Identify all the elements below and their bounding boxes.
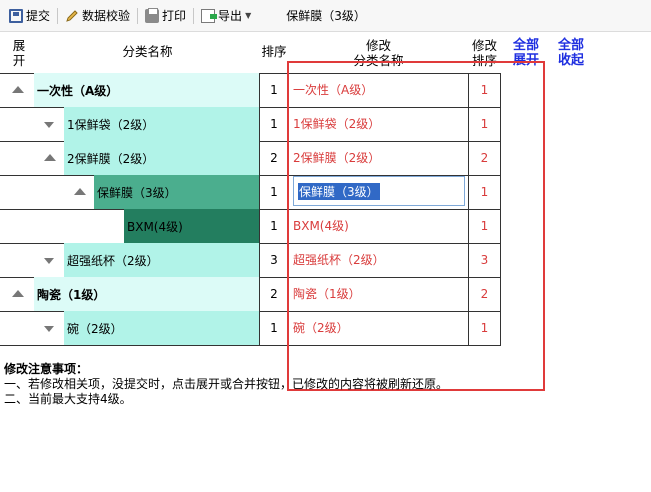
toolbar-divider (193, 7, 195, 24)
category-name-cell: 陶瓷（1级） (34, 277, 259, 311)
edit-sort-cell[interactable]: 1 (468, 209, 501, 243)
category-name: 保鲜膜（3级） (97, 185, 177, 200)
table-row: 保鲜膜（3级） 1 保鲜膜（3级） 1 (0, 175, 501, 209)
pencil-icon (65, 9, 79, 23)
edit-name-input[interactable]: 保鲜膜（3级） (293, 176, 465, 206)
save-icon (9, 8, 23, 23)
notes-line-1: 一、若修改相关项，没提交时，点击展开或合并按钮，已修改的内容将被刷新还原。 (4, 377, 449, 391)
validate-label: 数据校验 (82, 9, 131, 23)
edit-name-cell[interactable]: 超强纸杯（2级） (289, 243, 468, 277)
toolbar-divider (57, 7, 59, 24)
edit-sort-cell[interactable]: 1 (468, 175, 501, 209)
toolbar: 提交 数据校验 打印 导出 ▼ 保鲜膜（3级） (0, 0, 651, 32)
category-name-cell: 一次性（A级） (34, 73, 259, 107)
table-row: 陶瓷（1级） 2 陶瓷（1级） 2 (0, 277, 501, 311)
category-name: 一次性（A级） (37, 83, 119, 98)
category-name-cell: 保鲜膜（3级） (94, 175, 259, 209)
category-name: BXM(4级) (127, 219, 183, 234)
category-name: 陶瓷（1级） (37, 287, 106, 302)
print-button[interactable]: 打印 (142, 5, 189, 27)
edit-name-header: 修改 分类名称 (353, 38, 404, 68)
edit-name-cell[interactable]: 陶瓷（1级） (289, 277, 468, 311)
category-name-header: 分类名称 (122, 44, 173, 59)
sort-cell: 2 (259, 141, 289, 175)
edit-sort-cell[interactable]: 3 (468, 243, 501, 277)
edit-sort-cell[interactable]: 1 (468, 311, 501, 345)
collapse-arrow-icon[interactable] (12, 86, 24, 93)
chevron-down-icon[interactable]: ▼ (245, 11, 251, 20)
notes-line-2: 二、当前最大支持4级。 (4, 392, 132, 406)
category-name-cell: BXM(4级) (124, 209, 259, 243)
edit-sort-header: 修改 排序 (471, 38, 497, 68)
collapse-arrow-icon[interactable] (12, 290, 24, 297)
collapse-arrow-icon[interactable] (74, 188, 86, 195)
expand-all-button[interactable]: 全部 展开 (506, 38, 546, 68)
table-row: 超强纸杯（2级） 3 超强纸杯（2级） 3 (0, 243, 501, 277)
collapse-all-button[interactable]: 全部 收起 (551, 38, 591, 68)
submit-button[interactable]: 提交 (6, 5, 53, 27)
submit-label: 提交 (26, 9, 51, 23)
category-name-cell: 1保鲜袋（2级） (64, 107, 259, 141)
expand-arrow-icon[interactable] (44, 122, 54, 128)
sort-cell: 1 (259, 209, 289, 243)
toolbar-title: 保鲜膜（3级） (286, 9, 366, 23)
sort-cell: 1 (259, 73, 289, 107)
edit-name-cell[interactable]: 一次性（A级） (289, 73, 468, 107)
expand-header: 展 开 (8, 38, 30, 68)
expand-arrow-icon[interactable] (44, 258, 54, 264)
print-label: 打印 (162, 9, 187, 23)
category-name-cell: 超强纸杯（2级） (64, 243, 259, 277)
edit-name-cell[interactable]: 1保鲜袋（2级） (289, 107, 468, 141)
sort-cell: 2 (259, 277, 289, 311)
category-name: 超强纸杯（2级） (67, 253, 159, 268)
category-name-cell: 2保鲜膜（2级） (64, 141, 259, 175)
table-row: 一次性（A级） 1 一次性（A级） 1 (0, 73, 501, 107)
edit-sort-cell[interactable]: 1 (468, 73, 501, 107)
notes-title: 修改注意事项： (4, 362, 89, 376)
export-button[interactable]: 导出 ▼ (198, 5, 254, 27)
category-name-cell: 碗（2级） (64, 311, 259, 345)
edit-name-cell[interactable]: BXM(4级) (289, 209, 468, 243)
printer-icon (145, 7, 160, 23)
edit-sort-cell[interactable]: 2 (468, 141, 501, 175)
category-name: 碗（2级） (67, 321, 123, 336)
sort-cell: 3 (259, 243, 289, 277)
collapse-arrow-icon[interactable] (44, 154, 56, 161)
export-icon (201, 8, 218, 23)
table-row: 2保鲜膜（2级） 2 2保鲜膜（2级） 2 (0, 141, 501, 175)
notes: 修改注意事项： 一、若修改相关项，没提交时，点击展开或合并按钮，已修改的内容将被… (4, 362, 448, 407)
toolbar-divider (137, 7, 139, 24)
validate-button[interactable]: 数据校验 (62, 5, 133, 27)
selected-text: 保鲜膜（3级） (298, 182, 380, 200)
row-divider (0, 345, 501, 346)
expand-header-text: 展 开 (12, 38, 26, 68)
table-row: BXM(4级) 1 BXM(4级) 1 (0, 209, 501, 243)
category-name: 1保鲜袋（2级） (67, 117, 155, 132)
sort-cell: 1 (259, 107, 289, 141)
edit-sort-cell[interactable]: 2 (468, 277, 501, 311)
edit-sort-cell[interactable]: 1 (468, 107, 501, 141)
sort-cell: 1 (259, 311, 289, 345)
sort-cell: 1 (259, 175, 289, 209)
sort-header: 排序 (261, 44, 287, 59)
expand-arrow-icon[interactable] (44, 326, 54, 332)
table-row: 碗（2级） 1 碗（2级） 1 (0, 311, 501, 345)
export-label: 导出 (218, 9, 243, 23)
edit-name-cell[interactable]: 碗（2级） (289, 311, 468, 345)
table-row: 1保鲜袋（2级） 1 1保鲜袋（2级） 1 (0, 107, 501, 141)
category-name: 2保鲜膜（2级） (67, 151, 155, 166)
edit-name-cell[interactable]: 2保鲜膜（2级） (289, 141, 468, 175)
